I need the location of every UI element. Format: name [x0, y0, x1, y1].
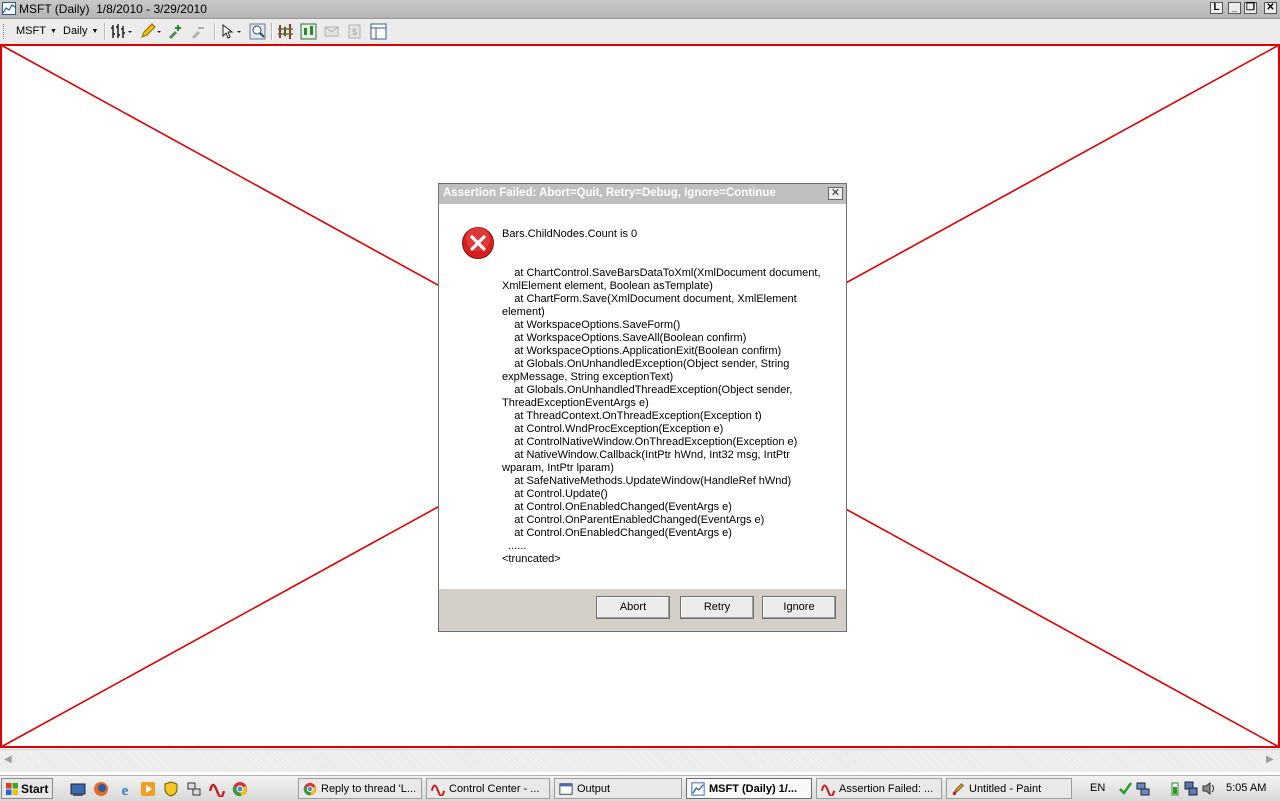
stack-trace-line: at Control.WndProcException(Exception e)	[502, 423, 724, 435]
chart-app-icon	[2, 2, 16, 15]
toolbar-separator	[271, 23, 273, 40]
remove-indicator-icon[interactable]	[191, 23, 208, 40]
stack-trace-line: ......	[502, 540, 527, 552]
taskbar-task[interactable]: Control Center - ...	[426, 778, 550, 799]
dollar-icon[interactable]: $	[346, 23, 363, 40]
stack-trace-line: <truncated>	[502, 553, 561, 565]
network-tool-icon[interactable]	[186, 781, 202, 797]
restore-button[interactable]: ❐	[1244, 2, 1257, 14]
pencil-icon[interactable]	[139, 23, 163, 40]
clock[interactable]: 5:05 AM	[1226, 782, 1266, 794]
stack-trace-line: at SafeNativeMethods.UpdateWindow(Handle…	[502, 475, 792, 487]
svg-text:e: e	[122, 783, 129, 797]
envelope-icon[interactable]	[323, 23, 340, 40]
taskbar-task-label: Assertion Failed: ...	[839, 783, 934, 795]
app-logo-icon	[820, 782, 836, 798]
stack-trace-line: at ChartControl.SaveBarsDataToXml(XmlDoc…	[502, 267, 824, 292]
volume-icon[interactable]	[1202, 781, 1216, 796]
security-check-icon[interactable]	[1118, 781, 1132, 796]
paint-icon	[951, 782, 965, 796]
stack-trace-line: at Control.OnParentEnabledChanged(EventA…	[502, 514, 765, 526]
media-player-icon[interactable]	[140, 781, 156, 797]
security-shield-icon[interactable]	[163, 781, 179, 797]
taskbar-task[interactable]: Untitled - Paint	[946, 778, 1072, 799]
taskbar-task[interactable]: Reply to thread 'L...	[298, 778, 422, 799]
language-indicator[interactable]: EN	[1090, 782, 1105, 794]
interval-dropdown[interactable]: Daily ▼	[63, 25, 98, 37]
add-indicator-icon[interactable]	[168, 23, 185, 40]
windows-logo-icon	[6, 783, 18, 795]
interval-label: Daily	[63, 25, 88, 37]
stack-trace-line: at Globals.OnUnhandledException(Object s…	[502, 358, 793, 383]
app-logo-icon	[430, 782, 446, 798]
bar-style-icon[interactable]	[110, 23, 134, 40]
chevron-down-icon: ▼	[49, 27, 57, 35]
horizontal-scrollbar[interactable]: ◀ ▶	[0, 749, 1280, 772]
minimize-button[interactable]: _	[1228, 2, 1241, 14]
network-connection-icon[interactable]	[1184, 781, 1198, 796]
battery-icon[interactable]	[1168, 781, 1182, 796]
stack-trace-line: at Control.Update()	[502, 488, 608, 500]
firefox-icon[interactable]	[93, 781, 109, 797]
show-desktop-icon[interactable]	[70, 781, 86, 797]
taskbar: Start e Reply to thread 'L... Control Cen…	[0, 775, 1280, 801]
scroll-left-icon[interactable]: ◀	[4, 754, 12, 765]
start-label: Start	[21, 782, 49, 796]
chart-toolbar: MSFT ▼ Daily ▼ $	[0, 19, 1280, 44]
chevron-down-icon: ▼	[91, 27, 99, 35]
taskbar-task[interactable]: Output	[554, 778, 682, 799]
stack-trace-line: at ControlNativeWindow.OnThreadException…	[502, 436, 798, 448]
assertion-dialog: Assertion Failed: Abort=Quit, Retry=Debu…	[438, 183, 847, 632]
toolbar-separator	[214, 23, 216, 40]
error-icon	[462, 227, 494, 259]
tile-charts-icon[interactable]	[277, 23, 294, 40]
svg-text:$: $	[352, 27, 357, 37]
assertion-message: Bars.ChildNodes.Count is 0	[502, 228, 638, 240]
internet-explorer-icon[interactable]: e	[117, 781, 133, 797]
dialog-close-button[interactable]: ✕	[828, 187, 843, 200]
window-title-bar[interactable]: MSFT (Daily) 1/8/2010 - 3/29/2010 L _ ❐ …	[0, 0, 1280, 19]
stack-trace-line: at Globals.OnUnhandledThreadException(Ob…	[502, 384, 796, 409]
window-icon	[559, 782, 573, 796]
toolbar-separator	[104, 23, 106, 40]
abort-button[interactable]: Abort	[596, 596, 670, 619]
toolbar-grip[interactable]	[3, 24, 6, 39]
chrome-icon[interactable]	[232, 781, 248, 797]
network-icon[interactable]	[1136, 781, 1150, 796]
taskbar-task[interactable]: Assertion Failed: ...	[816, 778, 942, 799]
stack-trace-line: at NativeWindow.Callback(IntPtr hWnd, In…	[502, 449, 794, 474]
symbol-dropdown[interactable]: MSFT ▼	[16, 25, 57, 37]
stack-trace-line: at ChartForm.Save(XmlDocument document, …	[502, 293, 800, 318]
candle-chart-icon[interactable]	[300, 23, 317, 40]
stack-trace-line: at Control.OnEnabledChanged(EventArgs e)	[502, 501, 732, 513]
symbol-label: MSFT	[16, 25, 46, 37]
layout-button[interactable]: L	[1210, 2, 1223, 14]
app-logo-icon[interactable]	[209, 781, 225, 797]
taskbar-task-label: Control Center - ...	[449, 783, 540, 795]
cursor-icon[interactable]	[220, 23, 244, 40]
taskbar-task-label: Reply to thread 'L...	[321, 783, 417, 795]
retry-button[interactable]: Retry	[680, 596, 754, 619]
stack-trace: at ChartControl.SaveBarsDataToXml(XmlDoc…	[502, 267, 822, 566]
dialog-title-bar[interactable]: Assertion Failed: Abort=Quit, Retry=Debu…	[439, 184, 846, 204]
taskbar-task[interactable]: MSFT (Daily) 1/...	[686, 778, 812, 799]
start-button[interactable]: Start	[1, 778, 53, 799]
stack-trace-line: at Control.OnEnabledChanged(EventArgs e)	[502, 527, 732, 539]
taskbar-task-label: Untitled - Paint	[969, 783, 1042, 795]
dialog-title: Assertion Failed: Abort=Quit, Retry=Debu…	[443, 187, 776, 199]
ignore-button[interactable]: Ignore	[762, 596, 836, 619]
window-title: MSFT (Daily) 1/8/2010 - 3/29/2010	[19, 2, 207, 16]
stack-trace-line: at ThreadContext.OnThreadException(Excep…	[502, 410, 762, 422]
taskbar-task-label: MSFT (Daily) 1/...	[709, 783, 798, 795]
taskbar-task-label: Output	[577, 783, 611, 795]
scroll-right-icon[interactable]: ▶	[1266, 754, 1274, 765]
stack-trace-line: at WorkspaceOptions.SaveForm()	[502, 319, 681, 331]
layout-panel-icon[interactable]	[370, 23, 387, 40]
close-button[interactable]: ✕	[1264, 2, 1277, 14]
stack-trace-line: at WorkspaceOptions.ApplicationExit(Bool…	[502, 345, 782, 357]
chart-icon	[691, 782, 705, 796]
zoom-icon[interactable]	[249, 23, 266, 40]
chrome-icon	[303, 782, 317, 796]
stack-trace-line: at WorkspaceOptions.SaveAll(Boolean conf…	[502, 332, 747, 344]
